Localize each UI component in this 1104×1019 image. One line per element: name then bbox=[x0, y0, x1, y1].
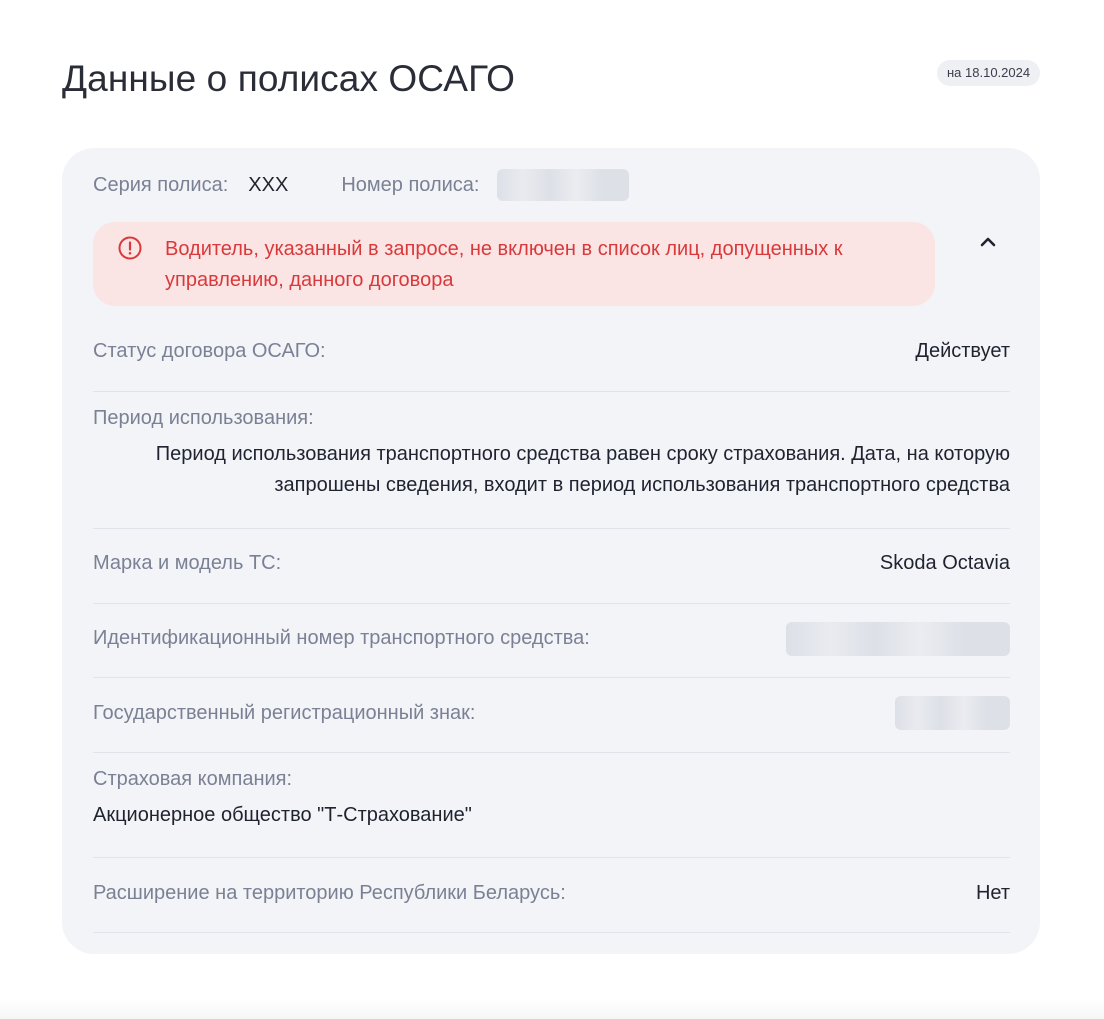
policy-header-row: Серия полиса: XXX Номер полиса: bbox=[93, 169, 630, 201]
policy-series-value: XXX bbox=[248, 173, 289, 196]
policy-number-redacted bbox=[497, 169, 630, 201]
vin-row: Идентификационный номер транспортного ср… bbox=[93, 603, 1010, 678]
plate-label: Государственный регистрационный знак: bbox=[93, 702, 476, 724]
usage-period-label: Период использования: bbox=[93, 407, 314, 429]
date-badge: на 18.10.2024 bbox=[937, 60, 1041, 86]
make-model-row: Марка и модель ТС: Skoda Octavia bbox=[93, 528, 1010, 604]
status-value: Действует bbox=[915, 340, 1010, 362]
status-row: Статус договора ОСАГО: Действует bbox=[93, 338, 1010, 392]
exclamation-circle-icon bbox=[118, 236, 142, 260]
insurer-label: Страховая компания: bbox=[93, 768, 293, 790]
page-title: Данные о полисах ОСАГО bbox=[62, 58, 516, 99]
policy-series-label: Серия полиса: bbox=[93, 173, 229, 196]
make-model-label: Марка и модель ТС: bbox=[93, 552, 282, 574]
belarus-extension-value: Нет bbox=[975, 882, 1010, 904]
policy-card: Серия полиса: XXX Номер полиса: Водитель… bbox=[62, 148, 1040, 954]
chevron-up-icon[interactable] bbox=[976, 230, 1000, 254]
insurer-value: Акционерное общество "Т-Страхование" bbox=[93, 804, 472, 826]
driver-not-included-alert: Водитель, указанный в запросе, не включе… bbox=[93, 222, 935, 306]
plate-row: Государственный регистрационный знак: bbox=[93, 677, 1010, 753]
belarus-extension-label: Расширение на территорию Республики Бела… bbox=[93, 882, 566, 904]
insurer-row: Страховая компания: Акционерное общество… bbox=[93, 752, 1010, 858]
vin-label: Идентификационный номер транспортного ср… bbox=[93, 627, 590, 649]
plate-redacted bbox=[895, 696, 1010, 730]
alert-text: Водитель, указанный в запросе, не включе… bbox=[165, 238, 843, 291]
usage-period-value: Период использования транспортного средс… bbox=[155, 443, 1010, 496]
belarus-extension-row: Расширение на территорию Республики Бела… bbox=[93, 857, 1010, 933]
vin-redacted bbox=[786, 622, 1010, 656]
make-model-value: Skoda Octavia bbox=[879, 552, 1010, 574]
status-label: Статус договора ОСАГО: bbox=[93, 340, 326, 362]
page-bottom-edge bbox=[0, 999, 1104, 1019]
usage-period-row: Период использования: Период использован… bbox=[93, 391, 1010, 529]
policy-number-label: Номер полиса: bbox=[341, 173, 480, 196]
